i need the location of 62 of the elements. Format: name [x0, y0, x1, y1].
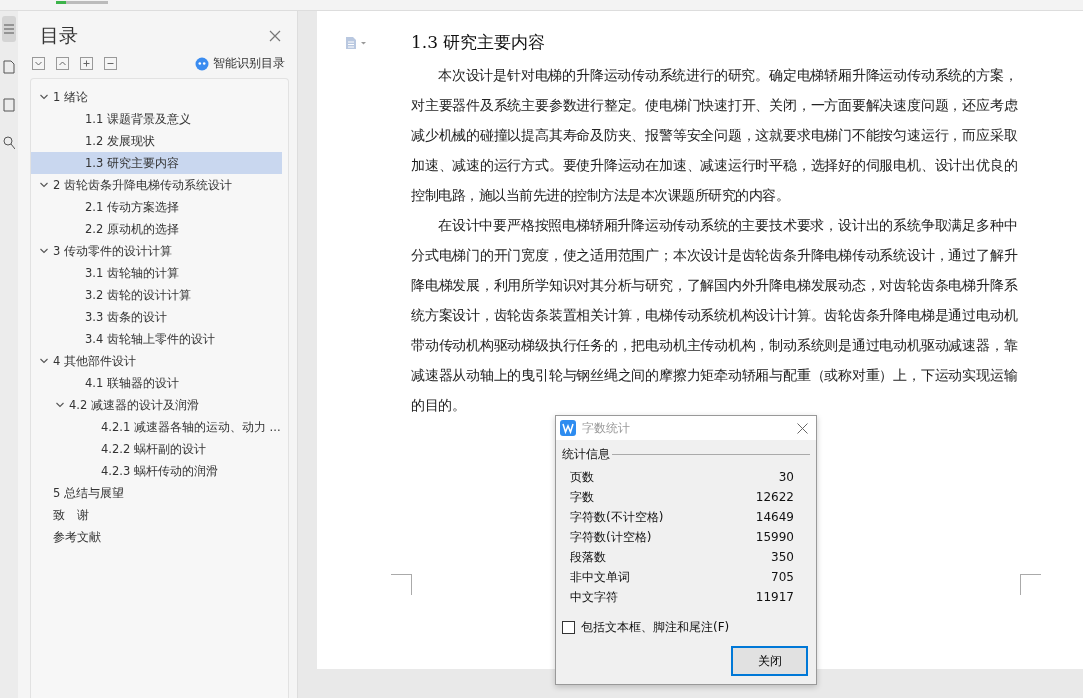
outline-item[interactable]: 4.2 减速器的设计及润滑 [31, 394, 282, 416]
outline-item[interactable]: 4 其他部件设计 [31, 350, 282, 372]
outline-item[interactable]: 1.3 研究主要内容 [31, 152, 282, 174]
stat-value: 12622 [755, 490, 794, 504]
stat-value: 350 [771, 550, 794, 564]
stat-label: 字数 [570, 488, 594, 506]
section-heading: 1.3 研究主要内容 [411, 31, 546, 54]
outline-item[interactable]: 3 传动零件的设计计算 [31, 240, 282, 262]
crop-mark [391, 574, 412, 595]
stat-value: 14649 [755, 510, 794, 524]
stat-value: 705 [771, 570, 794, 584]
outline-icon[interactable] [2, 16, 16, 42]
progress-bar [56, 1, 108, 4]
plus-icon[interactable] [80, 57, 93, 70]
stat-value: 30 [778, 470, 794, 484]
outline-item[interactable]: 1.1 课题背景及意义 [31, 108, 282, 130]
stat-label: 字符数(计空格) [570, 528, 652, 546]
outline-item[interactable]: 参考文献 [31, 526, 282, 548]
stat-value: 11917 [755, 590, 794, 604]
outline-item[interactable]: 3.4 齿轮轴上零件的设计 [31, 328, 282, 350]
app-logo-icon [560, 420, 576, 436]
outline-item[interactable]: 5 总结与展望 [31, 482, 282, 504]
stat-label: 段落数 [570, 548, 606, 566]
close-icon[interactable] [269, 30, 281, 42]
chevron-icon[interactable] [39, 180, 49, 190]
outline-item[interactable]: 3.2 齿轮的设计计算 [31, 284, 282, 306]
chevron-icon[interactable] [39, 92, 49, 102]
chevron-icon[interactable] [39, 246, 49, 256]
outline-item[interactable]: 4.2.3 蜗杆传动的润滑 [31, 460, 282, 482]
outline-item[interactable]: 2.1 传动方案选择 [31, 196, 282, 218]
robot-icon [195, 56, 209, 71]
stat-label: 页数 [570, 468, 594, 486]
outline-item[interactable]: 4.1 联轴器的设计 [31, 372, 282, 394]
smart-toc-button[interactable]: 智能识别目录 [213, 55, 285, 72]
collapse-icon[interactable] [56, 57, 69, 70]
checkbox-label: 包括文本框、脚注和尾注(F) [581, 619, 730, 636]
checkbox[interactable] [562, 621, 575, 634]
body-paragraph: 本次设计是针对电梯的升降运动传动系统进行的研究。确定电梯轿厢升降运动传动系统的方案，对主要器件及系统主要参数进行整定。使电梯门快速打开、关闭，一方面要解决速度问题，还应考虑减少机械的碰撞以提高其寿命及防夹、报警等安全问题，这就要求电梯门不能按匀速运行，而应采取加速、减速的运行方式。要使升降运动在加速、减速运行时平稳，选择好的伺服电机、设计出优良的控制电路，施以当前先进的控制方法是本次课题所研究的内容。 [411, 66, 1017, 205]
group-label: 统计信息 [562, 446, 610, 463]
outline-item[interactable]: 2.2 原动机的选择 [31, 218, 282, 240]
outline-item[interactable]: 2 齿轮齿条升降电梯传动系统设计 [31, 174, 282, 196]
crop-mark [1020, 574, 1041, 595]
dialog-title: 字数统计 [582, 419, 631, 437]
stat-label: 非中文单词 [570, 568, 630, 586]
expand-icon[interactable] [32, 57, 45, 70]
body-paragraph: 在设计中要严格按照电梯轿厢升降运动传动系统的主要技术要求，设计出的系统争取满足多种中分式电梯门的开门宽度，使之适用范围广；本次设计是齿轮齿条升降电梯传动系统设计，通过了解升降电梯发展，利用所学知识对其分析与研究，了解国内外升降电梯发展动态，对齿轮齿条电梯升降系统方案设计，齿轮齿条装置相关计算，电梯传动系统机构设计计算。齿轮齿条升降电梯是通过电动机带动传动机构驱动梯级执行任务的，把电动机主传动机构，制动系统则是通过电动机驱动减速器，靠减速器从动轴上的曳引轮与钢丝绳之间的摩擦力矩牵动轿厢与配重（或称对重）上，下运动实现运输的目的。 [411, 216, 1017, 415]
outline-item[interactable]: 4.2.2 蜗杆副的设计 [31, 438, 282, 460]
outline-item[interactable]: 4.2.1 减速器各轴的运动、动力 ... [31, 416, 282, 438]
panel-title: 目录 [40, 23, 78, 48]
close-button[interactable]: 关闭 [731, 646, 808, 676]
minus-icon[interactable] [104, 57, 117, 70]
outline-item[interactable]: 3.3 齿条的设计 [31, 306, 282, 328]
outline-item[interactable]: 1.2 发展现状 [31, 130, 282, 152]
chevron-icon[interactable] [39, 356, 49, 366]
outline-item[interactable]: 1 绪论 [31, 86, 282, 108]
stat-label: 中文字符 [570, 588, 618, 606]
close-icon[interactable] [797, 422, 808, 434]
outline-item[interactable]: 致 谢 [31, 504, 282, 526]
stat-label: 字符数(不计空格) [570, 508, 664, 526]
outline-item[interactable]: 3.1 齿轮轴的计算 [31, 262, 282, 284]
stat-value: 15990 [755, 530, 794, 544]
chevron-icon[interactable] [55, 400, 65, 410]
